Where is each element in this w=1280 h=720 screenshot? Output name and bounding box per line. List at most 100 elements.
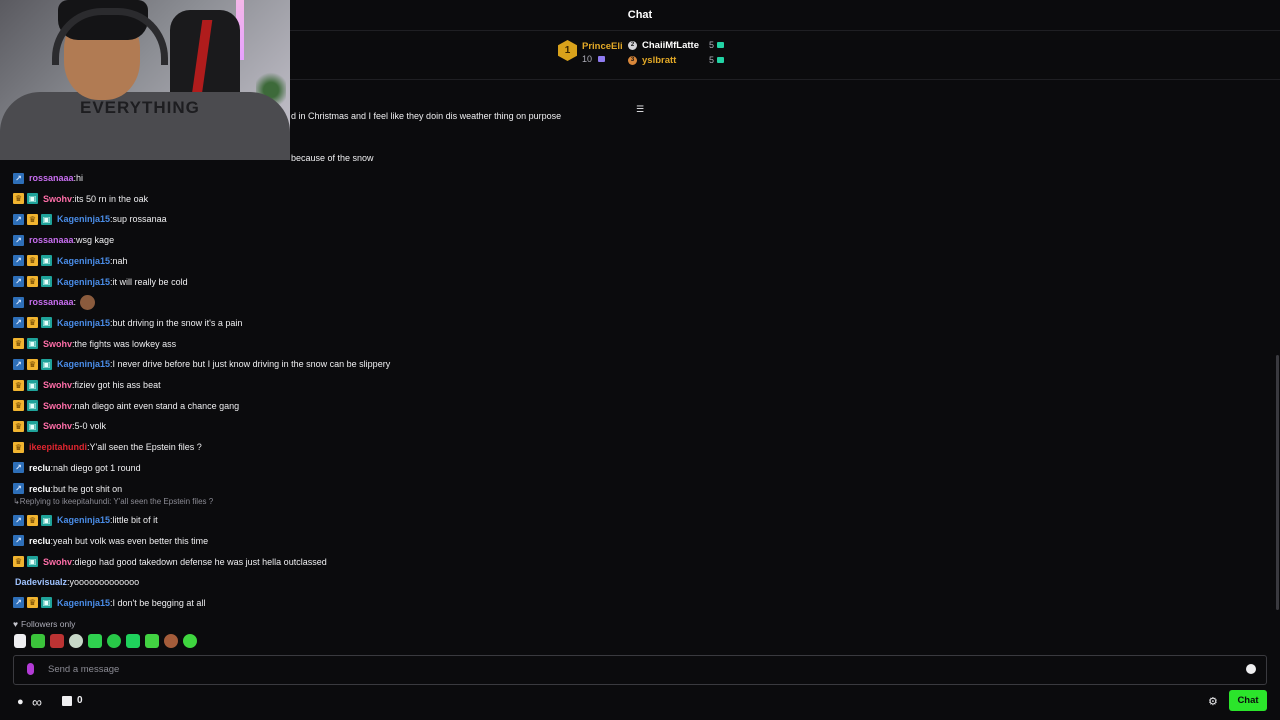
reply-context[interactable]: ↳ Replying to ikeepitahundi: Y'all seen …	[13, 496, 213, 506]
chat-username[interactable]: Swohv	[43, 421, 72, 431]
chat-username[interactable]: Dadevisualz	[15, 577, 67, 587]
emote-icon[interactable]	[88, 634, 102, 648]
chat-message-text: nah diego got 1 round	[53, 462, 141, 473]
crown-badge-icon[interactable]: ♛	[27, 597, 38, 609]
chat-message-text: it will really be cold	[112, 276, 188, 287]
emote-icon[interactable]	[50, 634, 64, 648]
emote-icon[interactable]	[164, 634, 178, 648]
chat-username[interactable]: rossanaaa	[29, 173, 74, 183]
subscriber-badge-icon[interactable]: ▣	[41, 358, 52, 370]
gear-icon[interactable]: ⚙	[1208, 695, 1218, 708]
crown-badge-icon[interactable]: ♛	[13, 420, 24, 432]
crown-badge-icon[interactable]: ♛	[13, 338, 24, 350]
crown-badge-icon[interactable]: ♛	[13, 556, 24, 567]
subscriber-badge-icon[interactable]: ▣	[41, 597, 52, 609]
subscriber-badge-icon[interactable]: ▣	[41, 276, 52, 287]
arrow-badge-icon[interactable]: ↗	[13, 358, 24, 370]
crown-badge-icon[interactable]: ♛	[27, 514, 38, 526]
leaderboard-second[interactable]: 2 ChaiiMfLatte 5	[628, 38, 724, 52]
subscriber-badge-icon[interactable]: ▣	[41, 514, 52, 526]
subscriber-badge-icon[interactable]: ▣	[27, 420, 38, 432]
crown-badge-icon[interactable]: ♛	[27, 358, 38, 370]
crown-badge-icon[interactable]: ♛	[13, 193, 24, 205]
emote-icon[interactable]	[126, 634, 140, 648]
chat-message: Dadevisualz: yooooooooooooo	[13, 575, 139, 589]
crown-badge-icon[interactable]: ♛	[27, 317, 38, 329]
chat-username[interactable]: reclu	[29, 463, 51, 473]
crown-badge-icon[interactable]: ♛	[13, 400, 24, 412]
arrow-badge-icon[interactable]: ↗	[13, 483, 24, 494]
chat-message: ↗ ♛ ▣ Kageninja15: I never drive before but…	[13, 357, 390, 371]
arrow-badge-icon[interactable]: ↗	[13, 597, 24, 609]
collapse-icon[interactable]: ☰	[634, 104, 646, 114]
leaderboard-third[interactable]: 3 yslbratt 5	[628, 53, 724, 67]
message-input[interactable]: Send a message	[13, 655, 1267, 685]
crown-badge-icon[interactable]: ♛	[13, 379, 24, 391]
chat-username[interactable]: Swohv	[43, 557, 72, 567]
chat-username[interactable]: Kageninja15	[57, 515, 110, 525]
chat-username[interactable]: reclu	[29, 484, 51, 494]
emote-icon[interactable]	[145, 634, 159, 648]
emote-icon[interactable]	[80, 294, 96, 310]
gift-icon	[597, 56, 605, 62]
chat-username[interactable]: Swohv	[43, 401, 72, 411]
arrow-badge-icon[interactable]: ↗	[13, 234, 24, 246]
crown-badge-icon[interactable]: ♛	[13, 441, 24, 453]
emote-icon[interactable]	[31, 634, 45, 648]
subscriber-badge-icon[interactable]: ▣	[27, 400, 38, 412]
chat-username[interactable]: reclu	[29, 536, 51, 546]
subscriber-badge-icon[interactable]: ▣	[27, 379, 38, 391]
leaderboard-second-count: 5	[708, 40, 714, 50]
chat-scrollbar[interactable]	[1276, 355, 1279, 610]
arrow-badge-icon[interactable]: ↗	[13, 276, 24, 287]
heart-icon: ♥	[13, 619, 19, 629]
chat-send-button[interactable]: Chat	[1229, 690, 1267, 711]
chat-title: Chat	[627, 9, 653, 21]
emoji-icon[interactable]	[1246, 664, 1256, 674]
emote-icon[interactable]	[107, 634, 121, 648]
chat-username[interactable]: Kageninja15	[57, 256, 110, 266]
emote-icon[interactable]	[183, 634, 197, 648]
arrow-badge-icon[interactable]: ↗	[13, 172, 24, 184]
leaderboard-third-count: 5	[708, 55, 714, 65]
mic-icon[interactable]	[27, 663, 34, 675]
bits-icon[interactable]: ●	[17, 696, 24, 708]
crown-badge-icon[interactable]: ♛	[27, 276, 38, 287]
arrow-badge-icon[interactable]: ↗	[13, 296, 24, 308]
chat-username[interactable]: Kageninja15	[57, 598, 110, 608]
chat-username[interactable]: Swohv	[43, 339, 72, 349]
subscriber-badge-icon[interactable]: ▣	[41, 317, 52, 329]
chat-username[interactable]: Kageninja15	[57, 277, 110, 287]
subscriber-badge-icon[interactable]: ▣	[27, 338, 38, 350]
arrow-badge-icon[interactable]: ↗	[13, 317, 24, 329]
chat-username[interactable]: ikeepitahundi	[29, 442, 87, 452]
chat-username[interactable]: Swohv	[43, 380, 72, 390]
subscriber-badge-icon[interactable]: ▣	[27, 193, 38, 205]
infinity-icon[interactable]: ∞	[32, 694, 42, 710]
chat-username[interactable]: Swohv	[43, 194, 72, 204]
chat-message: ♛ ▣ Swohv: nah diego aint even stand a cha…	[13, 399, 239, 413]
arrow-badge-icon[interactable]: ↗	[13, 213, 24, 225]
subscriber-badge-icon[interactable]: ▣	[41, 255, 52, 267]
crown-badge-icon[interactable]: ♛	[27, 213, 38, 225]
arrow-badge-icon[interactable]: ↗	[13, 535, 24, 547]
chat-message: ♛ ▣ Swohv: the fights was lowkey ass	[13, 337, 176, 351]
chat-username[interactable]: Kageninja15	[57, 359, 110, 369]
arrow-badge-icon[interactable]: ↗	[13, 514, 24, 526]
leaderboard-first[interactable]: 1 PrinceEli 10	[558, 40, 623, 66]
arrow-badge-icon[interactable]: ↗	[13, 462, 24, 474]
chat-username[interactable]: Kageninja15	[57, 318, 110, 328]
chat-username[interactable]: rossanaaa	[29, 235, 74, 245]
emote-menu-icon[interactable]	[14, 634, 26, 648]
chat-username[interactable]: Kageninja15	[57, 214, 110, 224]
subscriber-badge-icon[interactable]: ▣	[41, 213, 52, 225]
chat-message: ↗ ♛ ▣ Kageninja15: it will really be cold	[13, 275, 188, 289]
leaderboard-first-count: 10	[582, 54, 593, 64]
gift-icon[interactable]	[62, 696, 72, 706]
chat-username[interactable]: rossanaaa	[29, 297, 74, 307]
subscriber-badge-icon[interactable]: ▣	[27, 556, 38, 567]
gift-icon	[717, 57, 724, 63]
crown-badge-icon[interactable]: ♛	[27, 255, 38, 267]
emote-icon[interactable]	[69, 634, 83, 648]
arrow-badge-icon[interactable]: ↗	[13, 255, 24, 267]
